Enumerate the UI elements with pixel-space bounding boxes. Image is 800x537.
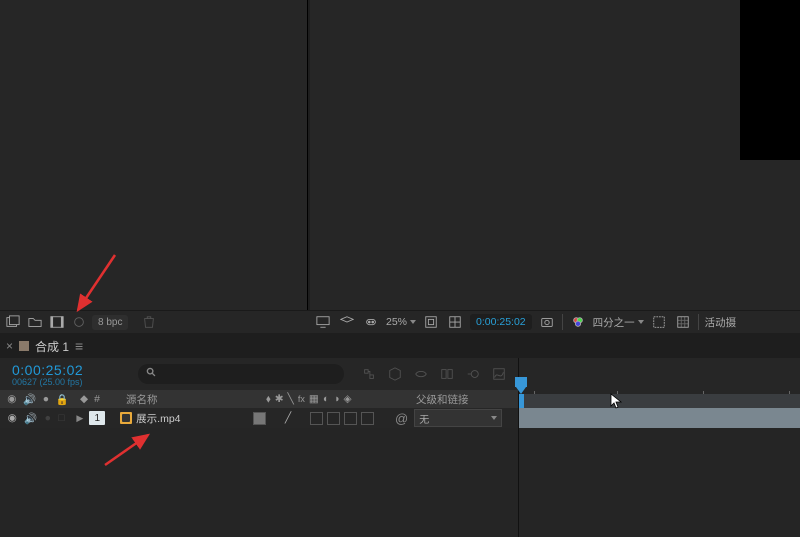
learning-icon[interactable] (338, 313, 356, 331)
new-comp-icon[interactable] (48, 313, 66, 331)
pickwhip-icon[interactable]: @ (395, 411, 408, 426)
draft3d-icon[interactable] (386, 365, 404, 383)
frameblend-switch[interactable] (310, 412, 323, 425)
resolution-full-icon[interactable] (422, 313, 440, 331)
search-icon (146, 367, 157, 381)
annotation-arrow-2 (100, 430, 160, 473)
adjustment-switch-icon: ◑ (333, 393, 339, 405)
motionblur-switch-icon: ◐ (323, 393, 329, 405)
lock-toggle[interactable]: □ (58, 412, 64, 424)
mask-toggle-icon[interactable] (362, 313, 380, 331)
annotation-arrow-1 (70, 250, 120, 323)
timeline-header-tools (360, 365, 508, 383)
grid-icon[interactable] (674, 313, 692, 331)
project-panel (0, 0, 308, 332)
switches-column: ⬧ ✱ ╲ fx ▦ ◐ ◑ ◈ (262, 393, 410, 406)
layer-index: 1 (89, 411, 105, 425)
frame-blend-icon[interactable] (438, 365, 456, 383)
quality-switch-icon: ╲ (288, 393, 294, 405)
layer-name[interactable]: 展示.mp4 (136, 411, 180, 426)
solo-toggle[interactable]: ● (45, 412, 51, 424)
graph-editor-icon[interactable] (490, 365, 508, 383)
quality-switch[interactable]: ╱ (285, 412, 291, 424)
panel-menu-icon[interactable]: ≡ (75, 338, 83, 354)
project-toolbar: 8 bpc (0, 310, 315, 333)
camera-dropdown[interactable]: 活动摄 (705, 315, 737, 330)
shy-switch[interactable] (253, 412, 266, 425)
interpret-footage-icon[interactable] (4, 313, 22, 331)
solo-column-icon[interactable]: ● (43, 393, 49, 405)
composition-preview-area (740, 0, 800, 160)
adjustment-switch[interactable] (344, 412, 357, 425)
3d-switch[interactable] (361, 412, 374, 425)
motion-blur-icon[interactable] (464, 365, 482, 383)
composition-toolbar: 25% 0:00:25:02 四分之一 活动摄 (310, 310, 800, 333)
work-area-bar[interactable] (518, 394, 800, 408)
zoom-value: 25% (386, 316, 407, 328)
comp-color-swatch (19, 341, 29, 351)
shy-icon[interactable] (412, 365, 430, 383)
zoom-dropdown[interactable]: 25% (386, 316, 416, 328)
roi-icon[interactable] (650, 313, 668, 331)
parent-dropdown[interactable]: 无 (414, 409, 502, 427)
chevron-down-icon (491, 416, 497, 420)
chevron-down-icon (410, 320, 416, 324)
frameblend-switch-icon: ▦ (309, 393, 319, 405)
layer-search[interactable] (138, 364, 344, 384)
preview-timecode[interactable]: 0:00:25:02 (470, 314, 532, 330)
monitor-icon[interactable] (314, 313, 332, 331)
index-column: # (94, 393, 100, 405)
camera-label: 活动摄 (705, 315, 737, 330)
expand-toggle[interactable]: ▶ (76, 413, 83, 424)
channel-icon[interactable] (569, 313, 587, 331)
video-file-icon (120, 412, 132, 424)
trash-icon[interactable] (140, 313, 158, 331)
timeline-tab-strip: × 合成 1 ≡ (0, 335, 800, 357)
layer-row[interactable]: ◉ 🔊 ● □ ▶ 1 展示.mp4 ╱ @ 无 (0, 408, 518, 428)
shy-switch-icon: ⬧ (266, 393, 271, 406)
comp-mini-flowchart-icon[interactable] (360, 365, 378, 383)
label-column-icon[interactable]: ◆ (80, 393, 88, 405)
source-name-column[interactable]: 源名称 (120, 392, 262, 407)
audio-column-icon[interactable]: 🔊 (23, 393, 36, 406)
fx-switch-icon: ✱ (275, 393, 284, 405)
parent-value: 无 (419, 411, 429, 426)
mouse-cursor (610, 393, 626, 409)
close-tab-button[interactable]: × (6, 339, 13, 353)
lock-column-icon[interactable]: 🔒 (56, 393, 69, 406)
fx-label: fx (298, 394, 305, 404)
video-toggle[interactable]: ◉ (8, 412, 17, 424)
audio-toggle[interactable]: 🔊 (24, 412, 37, 425)
3d-switch-icon: ◈ (344, 393, 352, 405)
timecode-main: 0:00:25:02 (12, 362, 132, 378)
composition-panel (310, 0, 800, 332)
layer-duration-bar[interactable] (518, 408, 800, 428)
comp-tab-label[interactable]: 合成 1 (35, 338, 69, 355)
resolution-label: 四分之一 (593, 315, 635, 330)
snapshot-icon[interactable] (538, 313, 556, 331)
resolution-dropdown[interactable]: 四分之一 (593, 315, 644, 330)
folder-icon[interactable] (26, 313, 44, 331)
motionblur-switch[interactable] (327, 412, 340, 425)
chevron-down-icon (638, 320, 644, 324)
video-column-icon[interactable]: ◉ (7, 393, 16, 405)
timecode-display[interactable]: 0:00:25:02 00627 (25.00 fps) (0, 362, 132, 387)
playhead[interactable] (518, 377, 524, 408)
transparency-grid-icon[interactable] (446, 313, 464, 331)
timecode-sub: 00627 (25.00 fps) (12, 377, 132, 387)
separator (698, 314, 699, 330)
separator (562, 314, 563, 330)
